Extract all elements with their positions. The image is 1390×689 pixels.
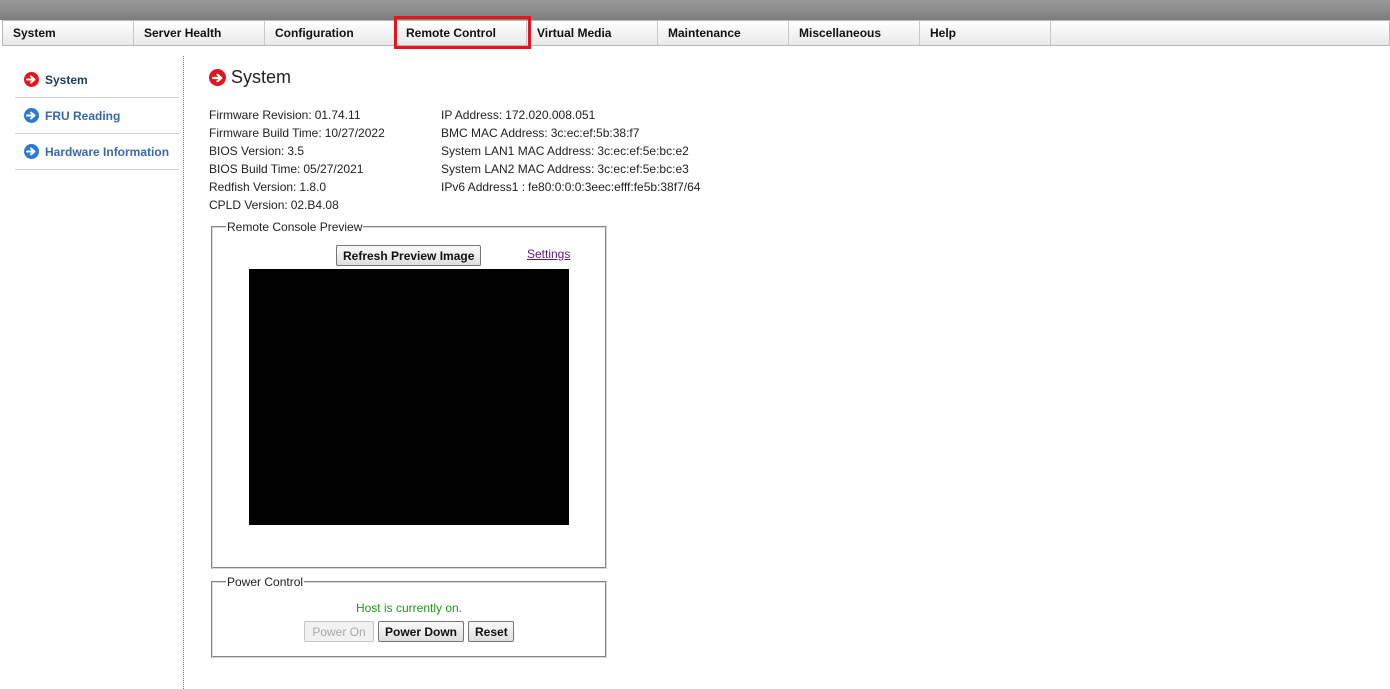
info-value: 1.8.0 bbox=[299, 180, 327, 194]
page-title: System bbox=[209, 67, 291, 88]
info-label: CPLD Version: bbox=[209, 198, 288, 212]
info-value: 3c:ec:ef:5e:bc:e2 bbox=[597, 144, 689, 158]
info-label: BMC MAC Address: bbox=[441, 126, 548, 140]
info-label: Firmware Revision: bbox=[209, 108, 312, 122]
sidebar-item-fru-reading[interactable]: FRU Reading bbox=[15, 98, 179, 134]
bios-build-time-row: BIOS Build Time: 05/27/2021 bbox=[209, 160, 385, 178]
console-preview-image[interactable] bbox=[249, 269, 569, 525]
lan2-mac-row: System LAN2 MAC Address: 3c:ec:ef:5e:bc:e… bbox=[441, 160, 700, 178]
ipv6-address-row: IPv6 Address1 : fe80:0:0:0:3eec:efff:fe5b… bbox=[441, 178, 700, 196]
sidebar-divider bbox=[183, 56, 184, 689]
menu-item-configuration[interactable]: Configuration bbox=[265, 21, 396, 45]
sidebar-item-hardware-information[interactable]: Hardware Information bbox=[15, 134, 179, 170]
arrow-right-circle-icon bbox=[24, 108, 39, 123]
power-control-legend: Power Control bbox=[227, 575, 304, 589]
settings-link[interactable]: Settings bbox=[527, 247, 570, 261]
info-label: Firmware Build Time: bbox=[209, 126, 322, 140]
info-value: 02.B4.08 bbox=[290, 198, 339, 212]
firmware-info: Firmware Revision: 01.74.11 Firmware Buil… bbox=[209, 106, 385, 214]
refresh-preview-button[interactable]: Refresh Preview Image bbox=[336, 245, 482, 266]
arrow-right-circle-icon bbox=[209, 69, 226, 86]
info-value: 05/27/2021 bbox=[303, 162, 364, 176]
info-value: 10/27/2022 bbox=[324, 126, 385, 140]
arrow-right-circle-icon bbox=[24, 144, 39, 159]
host-status-text: Host is currently on. bbox=[355, 601, 463, 615]
info-value: 3c:ec:ef:5b:38:f7 bbox=[550, 126, 640, 140]
info-value: 3.5 bbox=[287, 144, 305, 158]
power-control-panel: Power Control bbox=[211, 575, 607, 658]
info-label: Redfish Version: bbox=[209, 180, 297, 194]
info-value: fe80:0:0:0:3eec:efff:fe5b:38f7/64 bbox=[528, 180, 701, 194]
ip-address-row: IP Address: 172.020.008.051 bbox=[441, 106, 700, 124]
bmc-mac-row: BMC MAC Address: 3c:ec:ef:5b:38:f7 bbox=[441, 124, 700, 142]
sidebar-item-label: FRU Reading bbox=[45, 108, 121, 123]
menu-item-maintenance[interactable]: Maintenance bbox=[658, 21, 789, 45]
info-value: 01.74.11 bbox=[314, 108, 361, 122]
network-info: IP Address: 172.020.008.051 BMC MAC Addre… bbox=[441, 106, 700, 196]
menu-item-help[interactable]: Help bbox=[920, 21, 1051, 45]
power-down-button[interactable]: Power Down bbox=[378, 621, 464, 642]
top-banner bbox=[0, 0, 1390, 20]
info-label: BIOS Build Time: bbox=[209, 162, 301, 176]
info-value: 172.020.008.051 bbox=[505, 108, 596, 122]
info-label: IP Address: bbox=[441, 108, 503, 122]
firmware-revision-row: Firmware Revision: 01.74.11 bbox=[209, 106, 385, 124]
sidebar: System FRU Reading Hardware Information bbox=[15, 62, 179, 170]
reset-button[interactable]: Reset bbox=[468, 621, 514, 642]
cpld-version-row: CPLD Version: 02.B4.08 bbox=[209, 196, 385, 214]
sidebar-item-system[interactable]: System bbox=[15, 62, 179, 98]
arrow-right-circle-icon bbox=[24, 72, 39, 87]
main-menu-bar: System Server Health Configuration Remot… bbox=[2, 16, 1390, 49]
menu-item-miscellaneous[interactable]: Miscellaneous bbox=[789, 21, 920, 45]
remote-console-preview-legend: Remote Console Preview bbox=[227, 220, 363, 234]
menu-item-system[interactable]: System bbox=[3, 21, 134, 45]
redfish-version-row: Redfish Version: 1.8.0 bbox=[209, 178, 385, 196]
menu-item-server-health[interactable]: Server Health bbox=[134, 21, 265, 45]
sidebar-item-label: Hardware Information bbox=[45, 144, 170, 159]
info-label: IPv6 Address1 : bbox=[441, 180, 526, 194]
page-title-text: System bbox=[231, 67, 292, 87]
menu-item-virtual-media[interactable]: Virtual Media bbox=[527, 21, 658, 45]
sidebar-item-label: System bbox=[45, 72, 88, 87]
info-label: System LAN1 MAC Address: bbox=[441, 144, 595, 158]
info-value: 3c:ec:ef:5e:bc:e3 bbox=[597, 162, 689, 176]
info-label: BIOS Version: bbox=[209, 144, 285, 158]
power-on-button[interactable]: Power On bbox=[304, 621, 374, 642]
info-label: System LAN2 MAC Address: bbox=[441, 162, 595, 176]
lan1-mac-row: System LAN1 MAC Address: 3c:ec:ef:5e:bc:e… bbox=[441, 142, 700, 160]
menu-item-remote-control[interactable]: Remote Control bbox=[394, 16, 531, 49]
bios-version-row: BIOS Version: 3.5 bbox=[209, 142, 385, 160]
firmware-build-time-row: Firmware Build Time: 10/27/2022 bbox=[209, 124, 385, 142]
